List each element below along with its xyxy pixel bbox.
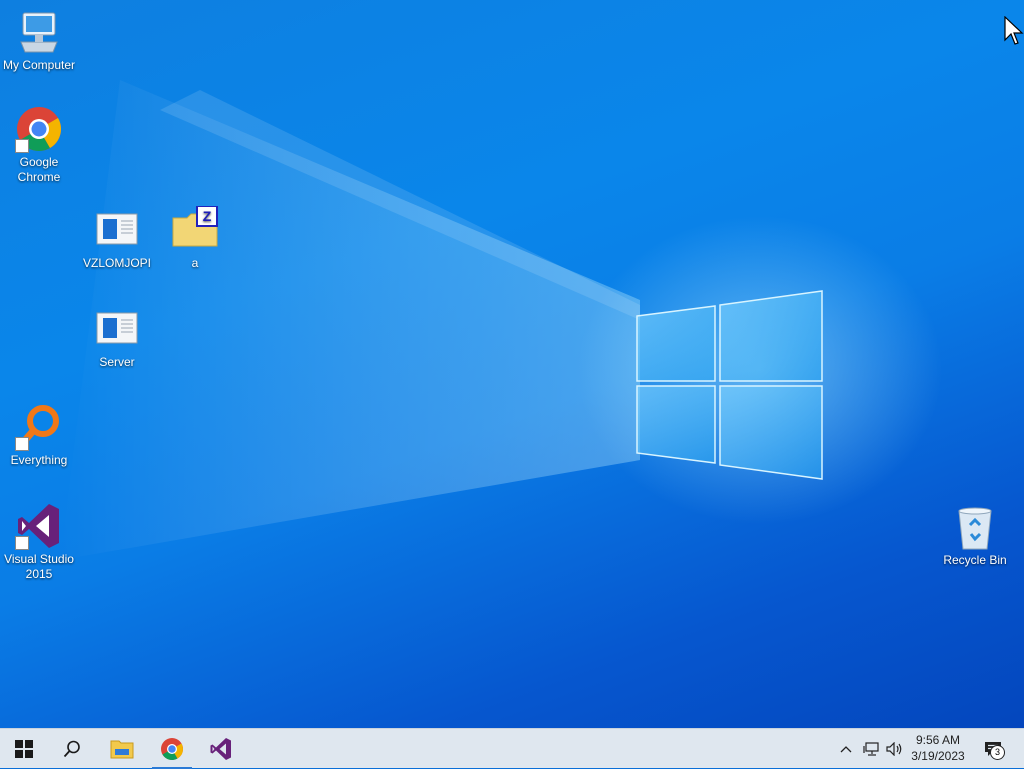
recycle-bin-icon	[951, 503, 999, 551]
volume-tray-button[interactable]	[884, 729, 906, 769]
application-window-icon	[93, 206, 141, 254]
clock-date: 3/19/2023	[911, 749, 965, 763]
application-window-icon	[93, 305, 141, 353]
desktop-icon-label: a	[191, 256, 199, 270]
desktop-icon-label: Recycle Bin	[943, 553, 1007, 567]
taskbar-file-explorer[interactable]	[98, 729, 146, 769]
desktop[interactable]: My Computer Google Chrome VZLOMJOPI Z a …	[0, 0, 1024, 728]
desktop-icon-label: Google Chrome	[17, 155, 61, 184]
desktop-icon-everything[interactable]: Everything	[0, 403, 78, 468]
visual-studio-icon	[15, 502, 63, 550]
desktop-icon-google-chrome[interactable]: Google Chrome	[0, 105, 78, 185]
taskbar-visual-studio[interactable]	[197, 729, 245, 769]
action-center-button[interactable]: 3	[978, 729, 1008, 769]
chevron-up-icon	[840, 746, 852, 753]
compressed-folder-icon: Z	[171, 205, 219, 254]
taskbar-clock[interactable]: 9:56 AM 3/19/2023	[905, 732, 971, 766]
search-icon	[63, 740, 80, 758]
shortcut-arrow-icon	[15, 536, 29, 550]
taskbar-chrome[interactable]	[148, 729, 196, 769]
desktop-icon-label: Visual Studio 2015	[4, 552, 74, 581]
start-button[interactable]	[0, 729, 48, 769]
desktop-icon-my-computer[interactable]: My Computer	[0, 8, 78, 73]
start-icon	[15, 740, 33, 758]
shortcut-arrow-icon	[15, 437, 29, 451]
search-button[interactable]	[48, 729, 96, 769]
desktop-icon-label: Server	[99, 355, 135, 369]
mouse-cursor-icon	[1004, 16, 1024, 45]
file-explorer-icon	[110, 740, 134, 759]
speaker-icon	[886, 742, 902, 756]
desktop-icon-server[interactable]: Server	[78, 305, 156, 370]
show-hidden-icons-button[interactable]	[836, 729, 856, 769]
clock-time: 9:56 AM	[915, 733, 961, 747]
everything-search-icon	[15, 403, 63, 451]
desktop-icon-folder-a[interactable]: Z a	[156, 205, 234, 271]
desktop-icon-visual-studio[interactable]: Visual Studio 2015	[0, 502, 78, 582]
visual-studio-icon	[210, 738, 231, 760]
svg-text:Z: Z	[203, 208, 212, 224]
taskbar: 9:56 AM 3/19/2023 3	[0, 728, 1024, 769]
desktop-icon-recycle-bin[interactable]: Recycle Bin	[936, 503, 1014, 568]
desktop-icon-label: Everything	[10, 453, 68, 467]
computer-icon	[15, 8, 63, 56]
notification-count-badge: 3	[990, 745, 1005, 760]
shortcut-arrow-icon	[15, 139, 29, 153]
chrome-icon	[15, 105, 63, 153]
desktop-icon-label: VZLOMJOPI	[82, 256, 151, 270]
desktop-icon-label: My Computer	[2, 58, 76, 72]
network-tray-button[interactable]	[860, 729, 882, 769]
desktop-icon-vzlomjopi[interactable]: VZLOMJOPI	[78, 206, 156, 271]
network-icon	[863, 742, 879, 756]
chrome-icon	[161, 738, 183, 760]
